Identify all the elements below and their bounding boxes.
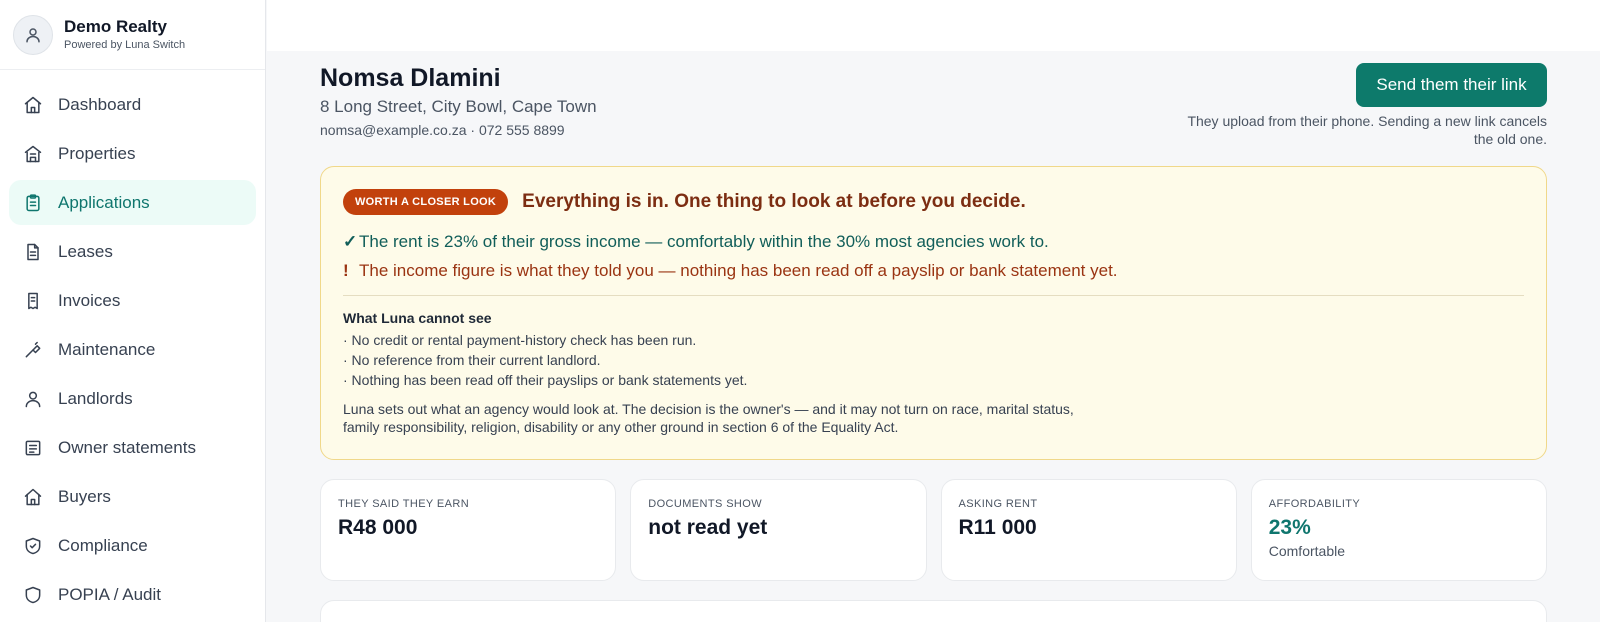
sidebar-item-label: Invoices [58, 290, 121, 310]
sidebar-item-label: Landlords [58, 388, 133, 408]
alert-title: Everything is in. One thing to look at b… [522, 191, 1026, 212]
person-icon [23, 389, 43, 409]
stat-card-affordability: AFFORDABILITY 23% Comfortable [1250, 479, 1547, 581]
applicant-contact: nomsa@example.co.za · 072 555 8899 [320, 122, 565, 138]
document-icon [23, 242, 43, 262]
brand-header: Demo Realty Powered by Luna Switch [0, 0, 265, 70]
warning-icon: ! [343, 261, 349, 280]
home-icon [23, 95, 43, 115]
brand-subtitle: Powered by Luna Switch [64, 39, 186, 51]
sidebar-item-dashboard[interactable]: Dashboard [9, 82, 256, 127]
sidebar-item-label: Dashboard [58, 94, 142, 114]
statement-icon [23, 438, 43, 458]
sidebar-item-invoices[interactable]: Invoices [9, 278, 256, 323]
shield-check-icon [23, 536, 43, 556]
sidebar-item-label: POPIA / Audit [58, 584, 162, 604]
send-link-note: They upload from their phone. Sending a … [1187, 113, 1547, 147]
cannot-see-title: What Luna cannot see [343, 310, 492, 326]
stat-label: THEY SAID THEY EARN [338, 498, 470, 510]
stat-value: 23% [1268, 516, 1311, 539]
income-warning-text: The income figure is what they told you … [359, 261, 1118, 280]
sidebar-item-owner-statements[interactable]: Owner statements [9, 425, 256, 470]
stat-card-documents: DOCUMENTS SHOW not read yet [630, 479, 927, 581]
affordability-text: The rent is 23% of their gross income — … [359, 232, 1049, 251]
sidebar-item-buyers[interactable]: Buyers [9, 474, 256, 519]
stat-sub: Comfortable [1268, 543, 1346, 559]
sidebar-item-maintenance[interactable]: Maintenance [9, 327, 256, 372]
brand-title: Demo Realty [64, 17, 167, 36]
sidebar-nav: Dashboard Properties Applications Leases… [0, 70, 265, 617]
check-icon: ✓ [343, 232, 358, 251]
sidebar-item-landlords[interactable]: Landlords [9, 376, 256, 421]
building-icon [23, 144, 43, 164]
equality-disclaimer: Luna sets out what an agency would look … [343, 401, 1074, 435]
stat-card-asking-rent: ASKING RENT R11 000 [940, 479, 1237, 581]
stat-value: R11 000 [958, 516, 1037, 539]
stat-card-stated-income: THEY SAID THEY EARN R48 000 [320, 479, 617, 581]
sidebar-item-compliance[interactable]: Compliance [9, 523, 256, 568]
divider [343, 295, 1524, 296]
sidebar-item-applications[interactable]: Applications [9, 180, 256, 225]
next-section-card [320, 600, 1547, 622]
stat-label: DOCUMENTS SHOW [648, 498, 763, 510]
affordability-finding: ✓ The rent is 23% of their gross income … [343, 231, 1524, 253]
applicant-address: 8 Long Street, City Bowl, Cape Town [320, 97, 597, 116]
stat-label: ASKING RENT [958, 498, 1038, 510]
receipt-icon [23, 291, 43, 311]
income-warning: ! The income figure is what they told yo… [343, 260, 1524, 282]
assessment-alert: WORTH A CLOSER LOOK Everything is in. On… [320, 166, 1547, 460]
user-icon[interactable] [13, 14, 53, 55]
shield-icon [23, 585, 43, 605]
sidebar-item-leases[interactable]: Leases [9, 229, 256, 274]
sidebar-item-label: Owner statements [58, 437, 196, 457]
top-bar [267, 0, 1600, 51]
send-link-button[interactable]: Send them their link [1356, 63, 1547, 107]
sidebar-item-label: Buyers [58, 486, 111, 506]
sidebar-item-label: Compliance [58, 535, 148, 555]
sidebar-item-label: Applications [58, 192, 150, 212]
sidebar-item-label: Leases [58, 241, 113, 261]
applicant-name: Nomsa Dlamini [320, 64, 501, 92]
list-item: · No reference from their current landlo… [343, 352, 601, 368]
stats-row: THEY SAID THEY EARN R48 000 DOCUMENTS SH… [320, 479, 1547, 581]
sidebar-item-popia-audit[interactable]: POPIA / Audit [9, 572, 256, 617]
list-item: · Nothing has been read off their paysli… [343, 372, 748, 388]
applicant-header: Nomsa Dlamini 8 Long Street, City Bowl, … [320, 62, 597, 139]
house-icon [23, 487, 43, 507]
sidebar-item-properties[interactable]: Properties [9, 131, 256, 176]
wrench-icon [23, 340, 43, 360]
status-badge: WORTH A CLOSER LOOK [343, 189, 509, 215]
list-item: · No credit or rental payment-history ch… [343, 332, 697, 348]
cannot-see-list: · No credit or rental payment-history ch… [343, 330, 1524, 390]
sidebar-item-label: Maintenance [58, 339, 156, 359]
clipboard-icon [23, 193, 43, 213]
stat-value: not read yet [648, 516, 768, 539]
sidebar-item-label: Properties [58, 143, 136, 163]
sidebar: Demo Realty Powered by Luna Switch Dashb… [0, 0, 266, 622]
stat-value: R48 000 [338, 516, 418, 539]
stat-label: AFFORDABILITY [1268, 498, 1361, 510]
main-content: Nomsa Dlamini 8 Long Street, City Bowl, … [267, 0, 1600, 622]
